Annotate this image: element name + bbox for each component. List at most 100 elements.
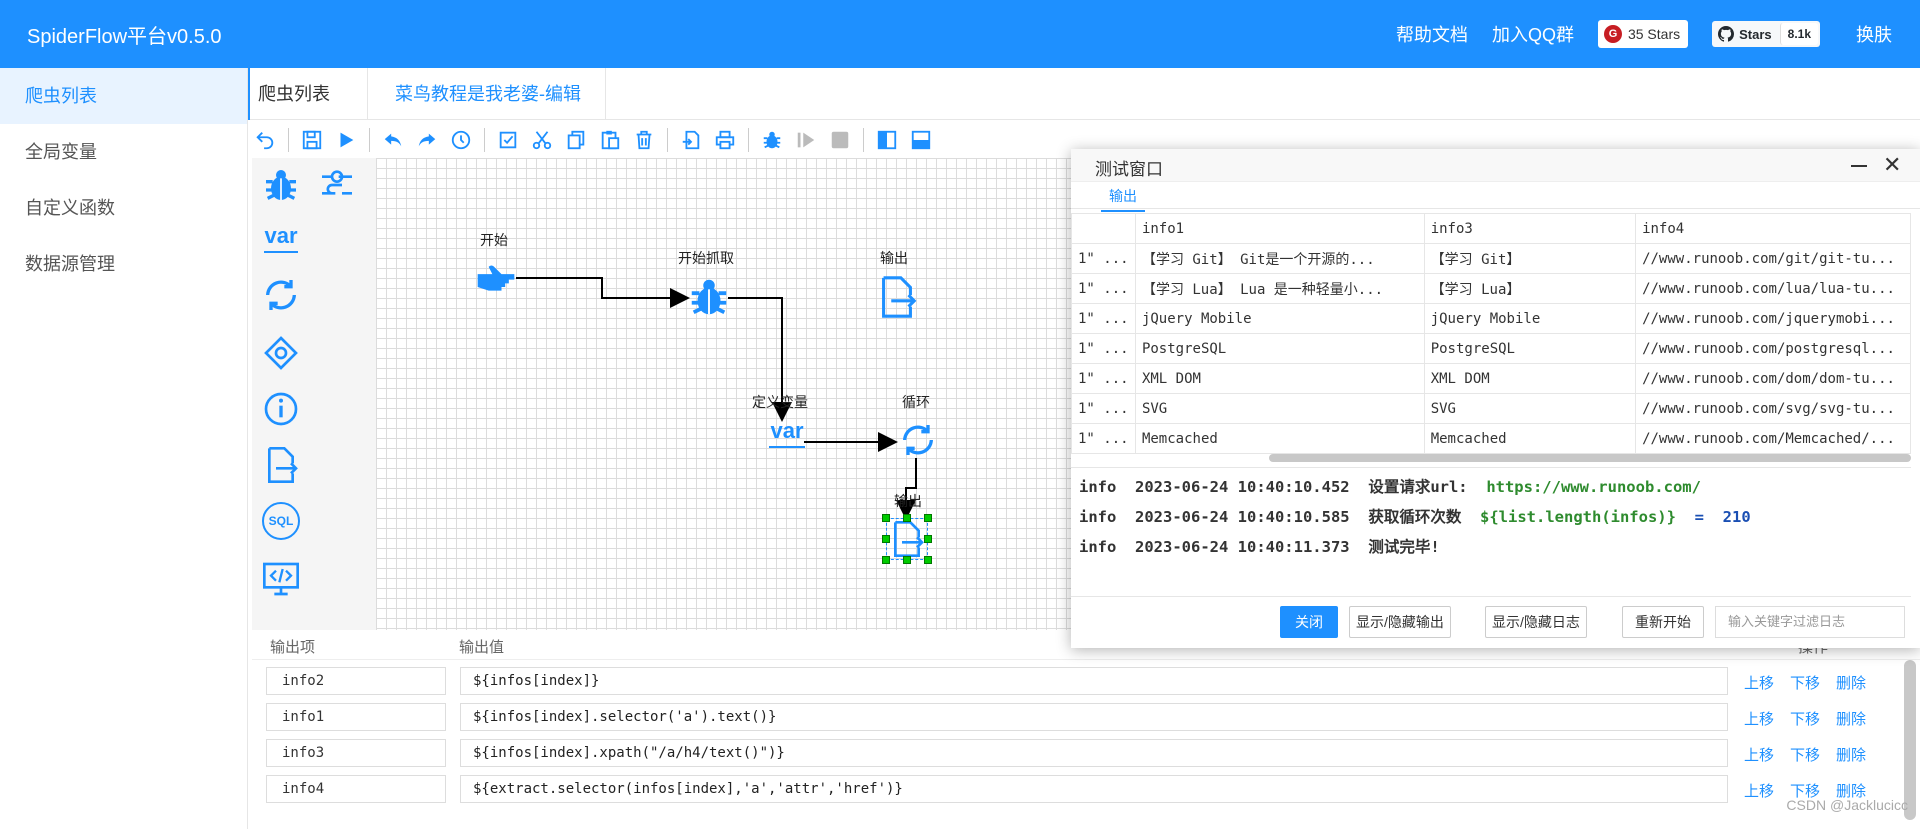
toolbar-divider [863, 128, 864, 152]
run-icon[interactable] [333, 127, 359, 153]
copy-icon[interactable] [563, 127, 589, 153]
move-down-link[interactable]: 下移 [1790, 675, 1820, 692]
join-qq-link[interactable]: 加入QQ群 [1492, 21, 1574, 47]
print-icon[interactable] [712, 127, 738, 153]
info-shape-icon[interactable] [258, 386, 304, 432]
output-key-input[interactable]: info1 [266, 703, 446, 731]
table-cell: jQuery Mobile [1134, 303, 1425, 334]
output-value-input[interactable]: ${infos[index].xpath("/a/h4/text()")} [460, 739, 1728, 767]
paste-icon[interactable] [597, 127, 623, 153]
tab-edit[interactable]: 菜鸟教程是我老婆-编辑 [371, 68, 606, 120]
vertical-scrollbar[interactable] [1904, 660, 1916, 820]
flow-shape-icon[interactable] [314, 162, 360, 208]
log-message: 获取循环次数 [1368, 508, 1462, 526]
watermark: CSDN @Jacklucicc [1786, 797, 1908, 813]
delete-icon[interactable] [631, 127, 657, 153]
skin-switch-link[interactable]: 换肤 [1856, 21, 1892, 47]
output-key-input[interactable]: info4 [266, 775, 446, 803]
close-button[interactable]: 关闭 [1280, 606, 1338, 638]
cut-icon[interactable] [529, 127, 555, 153]
output-value-input[interactable]: ${infos[index]} [460, 667, 1728, 695]
log-filter-input[interactable]: 输入关键字过滤日志 [1715, 606, 1905, 638]
delete-link[interactable]: 删除 [1836, 675, 1866, 692]
move-up-link[interactable]: 上移 [1744, 711, 1774, 728]
gitee-stars-badge[interactable]: G 35 Stars [1597, 20, 1689, 48]
delete-link[interactable]: 删除 [1836, 711, 1866, 728]
panel-bottom-icon[interactable] [908, 127, 934, 153]
restart-button[interactable]: 重新开始 [1622, 606, 1704, 638]
script-shape-icon[interactable] [258, 556, 304, 602]
delete-link[interactable]: 删除 [1836, 747, 1866, 764]
table-cell: //www.runoob.com/jquerymobi... [1635, 303, 1911, 334]
undo-icon[interactable] [252, 127, 278, 153]
step-icon[interactable] [793, 127, 819, 153]
forward-arrow-icon[interactable] [414, 127, 440, 153]
column-header [1071, 213, 1136, 244]
move-down-link[interactable]: 下移 [1790, 711, 1820, 728]
debug-icon[interactable] [759, 127, 785, 153]
move-up-link[interactable]: 上移 [1744, 747, 1774, 764]
crawl-node-icon[interactable] [686, 274, 732, 325]
var-node-icon[interactable]: var [764, 420, 810, 448]
tab-spider-list[interactable]: 爬虫列表 [248, 68, 368, 120]
table-cell: //www.runoob.com/lua/lua-tu... [1635, 273, 1911, 304]
table-cell: //www.runoob.com/Memcached/... [1635, 423, 1911, 454]
github-stars-badge[interactable]: Stars 8.1k [1712, 21, 1820, 47]
start-node-icon[interactable] [474, 254, 518, 303]
sidebar-item-datasources[interactable]: 数据源管理 [0, 236, 247, 292]
move-down-link[interactable]: 下移 [1790, 747, 1820, 764]
output-key-input[interactable]: info3 [266, 739, 446, 767]
log-level: info [1079, 478, 1117, 496]
sidebar-item-spider-list[interactable]: 爬虫列表 [0, 68, 247, 124]
sidebar-item-global-vars[interactable]: 全局变量 [0, 124, 247, 180]
resize-handle[interactable] [882, 514, 890, 522]
back-arrow-icon[interactable] [380, 127, 406, 153]
sql-shape-icon[interactable]: SQL [258, 498, 304, 544]
output-value-input[interactable]: ${extract.selector(infos[index],'a','att… [460, 775, 1728, 803]
toggle-output-button[interactable]: 显示/隐藏输出 [1349, 606, 1451, 638]
resize-handle[interactable] [903, 514, 911, 522]
horizontal-scrollbar[interactable] [1269, 454, 1911, 462]
gitee-icon: G [1603, 25, 1622, 43]
output-value-input[interactable]: ${infos[index].selector('a').text()} [460, 703, 1728, 731]
dialog-header: 测试窗口 ✕ [1071, 149, 1920, 182]
resize-handle[interactable] [882, 556, 890, 564]
sidebar-item-custom-functions[interactable]: 自定义函数 [0, 180, 247, 236]
table-cell: 1" ... [1071, 393, 1136, 424]
table-row: 1" ... jQuery Mobile jQuery Mobile//www.ru… [1071, 303, 1911, 334]
table-row: info1 ${infos[index].selector('a').text(… [264, 700, 1920, 734]
log-arg: ${list.length(infos)} [1480, 508, 1676, 526]
log-operator: = [1694, 508, 1704, 526]
move-up-link[interactable]: 上移 [1744, 675, 1774, 692]
resize-handle[interactable] [924, 514, 932, 522]
save-icon[interactable] [299, 127, 325, 153]
output-shape-icon[interactable] [258, 442, 304, 488]
toggle-log-button[interactable]: 显示/隐藏日志 [1485, 606, 1587, 638]
history-icon[interactable] [448, 127, 474, 153]
select-all-icon[interactable] [495, 127, 521, 153]
variable-label: var [264, 223, 298, 248]
resize-handle[interactable] [882, 535, 890, 543]
output2-node-selected[interactable] [882, 514, 932, 564]
move-up-link[interactable]: 上移 [1744, 783, 1774, 800]
log-line: info 2023-06-24 10:40:10.452 设置请求url: ht… [1079, 474, 1903, 504]
import-icon[interactable] [678, 127, 704, 153]
loop-node-icon[interactable] [898, 420, 938, 465]
tab-bar: 爬虫列表 菜鸟教程是我老婆-编辑 [248, 68, 1920, 120]
condition-shape-icon[interactable] [258, 330, 304, 376]
resize-handle[interactable] [924, 535, 932, 543]
dialog-footer: 关闭 显示/隐藏输出 显示/隐藏日志 重新开始 输入关键字过滤日志 [1071, 597, 1920, 648]
minimize-icon[interactable] [1851, 165, 1867, 167]
top-nav: 帮助文档 加入QQ群 G 35 Stars Stars 8.1k 换肤 [1396, 0, 1920, 68]
crawler-shape-icon[interactable] [258, 162, 304, 208]
resize-handle[interactable] [903, 556, 911, 564]
close-icon[interactable]: ✕ [1883, 153, 1901, 177]
stop-icon[interactable] [827, 127, 853, 153]
help-docs-link[interactable]: 帮助文档 [1396, 21, 1468, 47]
resize-handle[interactable] [924, 556, 932, 564]
output1-node-icon[interactable] [874, 274, 920, 325]
panel-right-icon[interactable] [874, 127, 900, 153]
loop-shape-icon[interactable] [258, 272, 304, 318]
variable-shape-icon[interactable]: var [258, 216, 304, 262]
output-key-input[interactable]: info2 [266, 667, 446, 695]
